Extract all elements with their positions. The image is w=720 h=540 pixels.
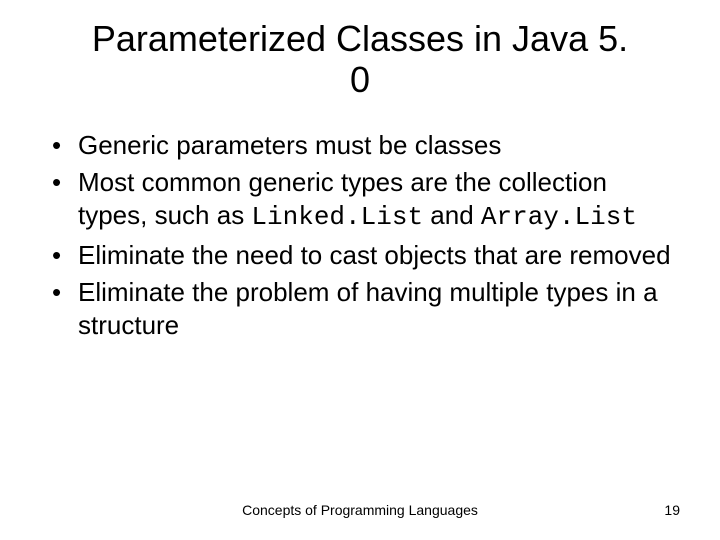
bullet-list: Generic parameters must be classes Most …: [40, 129, 680, 343]
page-number: 19: [664, 502, 680, 518]
bullet-text: Generic parameters must be classes: [78, 130, 501, 160]
slide-title: Parameterized Classes in Java 5. 0: [80, 18, 640, 101]
bullet-item: Generic parameters must be classes: [50, 129, 680, 162]
code-text: Array.List: [481, 202, 637, 232]
footer-text: Concepts of Programming Languages: [40, 502, 680, 518]
bullet-item: Eliminate the problem of having multiple…: [50, 276, 680, 343]
footer: Concepts of Programming Languages 19: [0, 502, 720, 518]
bullet-text: and: [423, 200, 481, 230]
slide: Parameterized Classes in Java 5. 0 Gener…: [0, 0, 720, 540]
bullet-item: Eliminate the need to cast objects that …: [50, 239, 680, 272]
bullet-text: Eliminate the need to cast objects that …: [78, 240, 671, 270]
bullet-text: Eliminate the problem of having multiple…: [78, 277, 658, 340]
code-text: Linked.List: [251, 202, 423, 232]
bullet-item: Most common generic types are the collec…: [50, 166, 680, 235]
